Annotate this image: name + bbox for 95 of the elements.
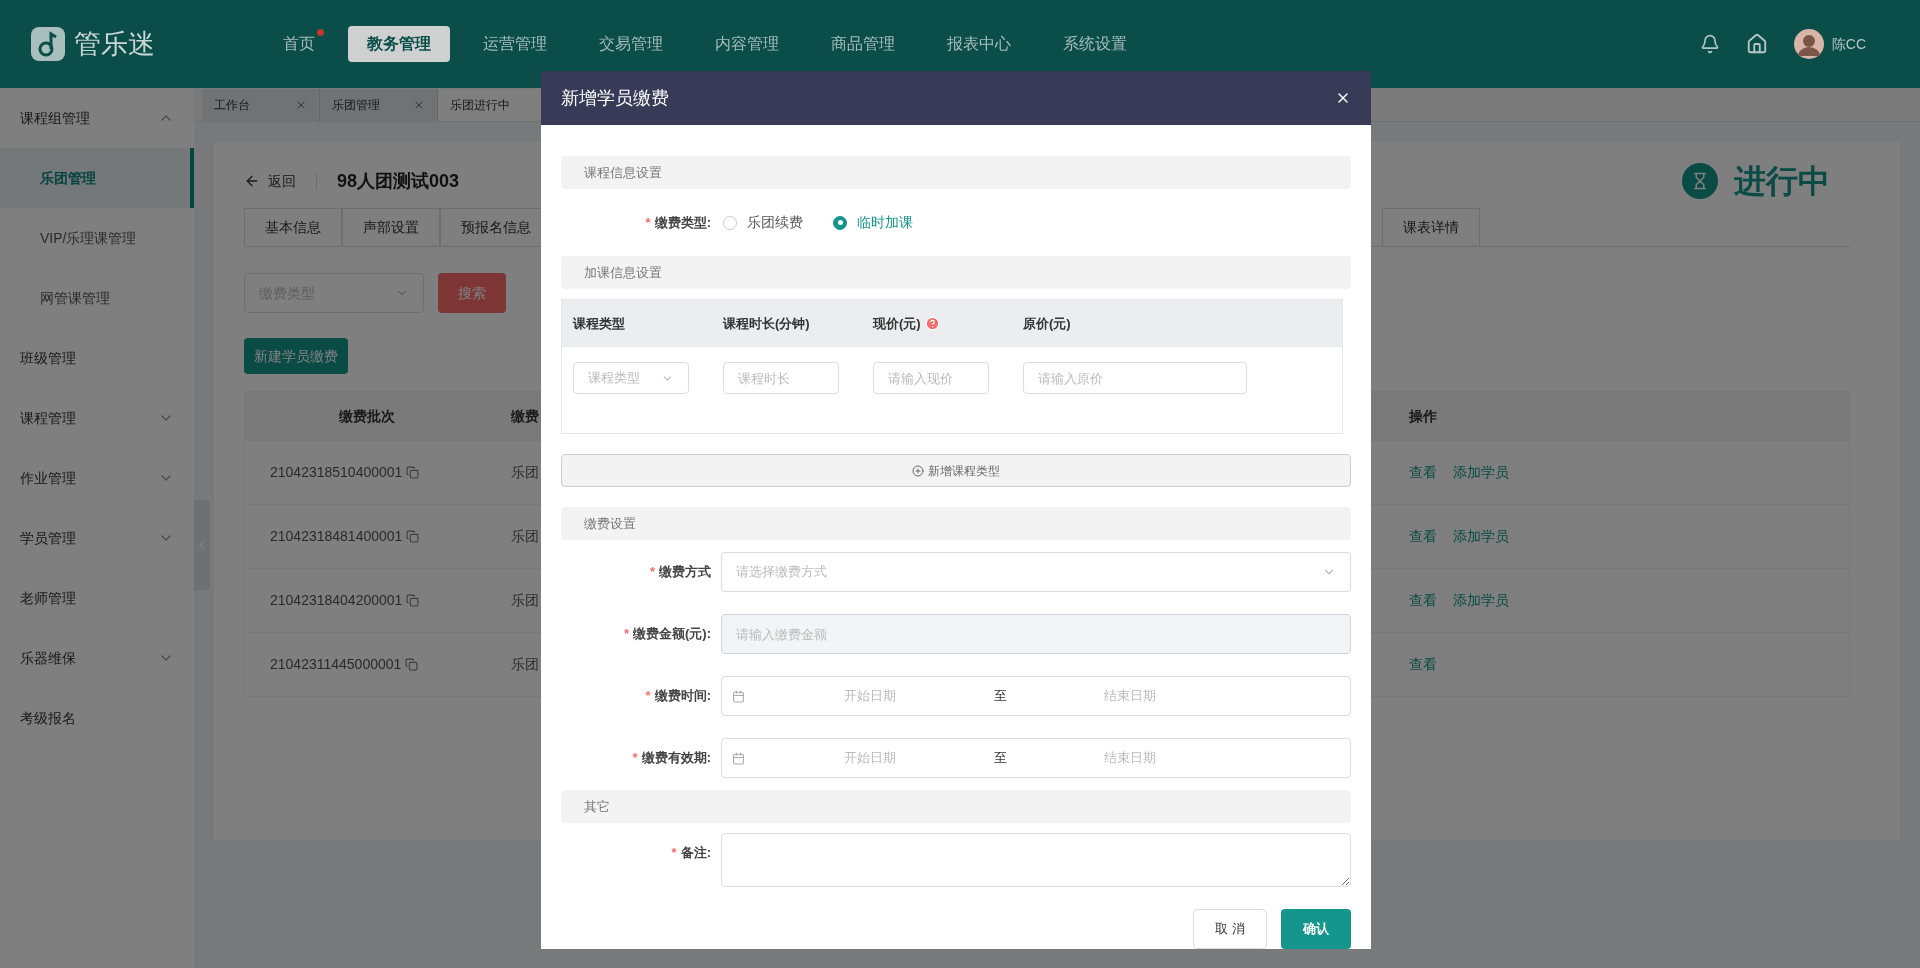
field-label: 缴费有效期: [641, 750, 711, 766]
nav-item[interactable]: 运营管理 [464, 26, 566, 62]
required-mark: * [623, 626, 629, 642]
back-link[interactable]: 返回 [244, 170, 296, 192]
arrow-left-icon [244, 173, 260, 189]
copy-icon[interactable] [406, 594, 420, 607]
section-header: 加课信息设置 [561, 256, 1351, 289]
section-header: 其它 [561, 790, 1351, 823]
help-icon[interactable] [924, 316, 940, 331]
field-label: 缴费金额(元): [633, 626, 711, 642]
field-label: 缴费方式 [659, 564, 711, 580]
radio-button[interactable] [833, 215, 847, 230]
hourglass-icon [1682, 163, 1718, 199]
date-range-field[interactable]: 开始日期 至 结束日期 [721, 738, 1351, 778]
sidebar-item[interactable]: 老师管理 [0, 568, 194, 628]
calendar-icon [732, 751, 745, 765]
section-header: 缴费设置 [561, 507, 1351, 540]
field-label: 备注: [680, 845, 711, 860]
table-cell-text: 21042311445000001 [270, 655, 402, 674]
action-link[interactable]: 添加学员 [1453, 590, 1509, 611]
input-field[interactable]: 请输入现价 [873, 362, 989, 394]
date-range-field[interactable]: 开始日期 至 结束日期 [721, 676, 1351, 716]
confirm-button[interactable]: 确认 [1281, 909, 1351, 949]
action-link[interactable]: 添加学员 [1453, 526, 1509, 547]
column-header: 课程类型 [573, 314, 625, 333]
field-label: 缴费类型: [654, 214, 711, 230]
radio-option[interactable]: 乐团续费 [723, 212, 803, 233]
cancel-button[interactable]: 取 消 [1193, 909, 1267, 949]
column-header: 现价(元) [873, 314, 921, 333]
input-field[interactable]: 课程时长 [723, 362, 839, 394]
sidebar-item[interactable]: 班级管理 [0, 328, 194, 388]
sidebar-item[interactable]: 课程组管理 [0, 88, 194, 148]
sidebar-subitem[interactable]: VIP/乐理课管理 [0, 208, 194, 268]
action-link[interactable]: 查看 [1409, 462, 1437, 483]
page-tab[interactable]: 工作台 [202, 89, 320, 121]
nav-item[interactable]: 报表中心 [928, 26, 1030, 62]
nav-item[interactable]: 系统设置 [1044, 26, 1146, 62]
action-link[interactable]: 查看 [1409, 526, 1437, 547]
note-logo-icon [30, 26, 66, 62]
nav-item[interactable]: 交易管理 [580, 26, 682, 62]
sidebar-item[interactable]: 作业管理 [0, 448, 194, 508]
content-tab[interactable]: 课表详情 [1382, 208, 1480, 246]
required-mark: * [671, 845, 677, 860]
column-header: 原价(元) [1023, 314, 1071, 333]
sidebar-subitem[interactable]: 乐团管理 [0, 148, 194, 208]
content-tab[interactable]: 基本信息 [244, 208, 342, 246]
add-course-type-button[interactable]: 新增课程类型 [561, 454, 1351, 487]
nav-item[interactable]: 教务管理 [348, 26, 450, 62]
action-link[interactable]: 添加学员 [1453, 462, 1509, 483]
nav-item[interactable]: 首页 [264, 26, 334, 62]
sidebar-subitem[interactable]: 网管课管理 [0, 268, 194, 328]
bell-icon[interactable] [1699, 34, 1720, 54]
action-link[interactable]: 查看 [1409, 590, 1437, 611]
column-header: 课程时长(分钟) [723, 314, 810, 333]
required-mark: * [645, 688, 651, 704]
required-mark: * [645, 214, 651, 230]
table-cell: 乐团 [511, 464, 539, 480]
copy-icon[interactable] [406, 530, 420, 543]
column-header: 缴费批次 [338, 406, 396, 426]
radio-option[interactable]: 临时加课 [833, 212, 913, 233]
field-label: 缴费时间: [654, 688, 711, 704]
table-cell-text: 21042318481400001 [270, 527, 403, 546]
action-link[interactable]: 查看 [1409, 654, 1437, 675]
sidebar-item[interactable]: 学员管理 [0, 508, 194, 568]
table-cell: 乐团 [511, 592, 539, 608]
page-title: 98人团测试003 [337, 169, 460, 193]
input-field[interactable]: 请输入原价 [1023, 362, 1247, 394]
status-text: 进行中 [1734, 162, 1830, 201]
page-tab[interactable]: 乐团管理 [320, 89, 438, 121]
table-cell: 乐团 [511, 656, 539, 672]
nav-item[interactable]: 商品管理 [812, 26, 914, 62]
table-cell: 乐团 [511, 528, 539, 544]
table-cell-text: 21042318510400001 [270, 463, 403, 482]
home-icon[interactable] [1745, 33, 1768, 55]
table-cell-text: 21042318404200001 [270, 591, 403, 610]
copy-icon[interactable] [405, 658, 419, 671]
column-header: 缴费 [510, 406, 540, 426]
column-header: 操作 [1409, 406, 1437, 426]
calendar-icon [732, 689, 745, 703]
new-payment-button[interactable]: 新建学员缴费 [244, 338, 348, 374]
sidebar-item[interactable]: 课程管理 [0, 388, 194, 448]
nav-item[interactable]: 内容管理 [696, 26, 798, 62]
plus-circle-icon [912, 464, 924, 477]
required-mark: * [649, 564, 655, 580]
remark-field[interactable] [721, 833, 1351, 887]
user-name: 陈CC [1831, 34, 1866, 54]
sidebar-item[interactable]: 考级报名 [0, 688, 194, 748]
copy-icon[interactable] [406, 466, 420, 479]
required-mark: * [632, 750, 638, 766]
modal-title: 新增学员缴费 [561, 86, 669, 110]
section-header: 课程信息设置 [561, 156, 1351, 189]
sidebar-item[interactable]: 乐器维保 [0, 628, 194, 688]
app-logo: 管乐迷 [74, 27, 155, 61]
content-tab[interactable]: 声部设置 [342, 208, 440, 246]
avatar[interactable] [1793, 29, 1824, 59]
